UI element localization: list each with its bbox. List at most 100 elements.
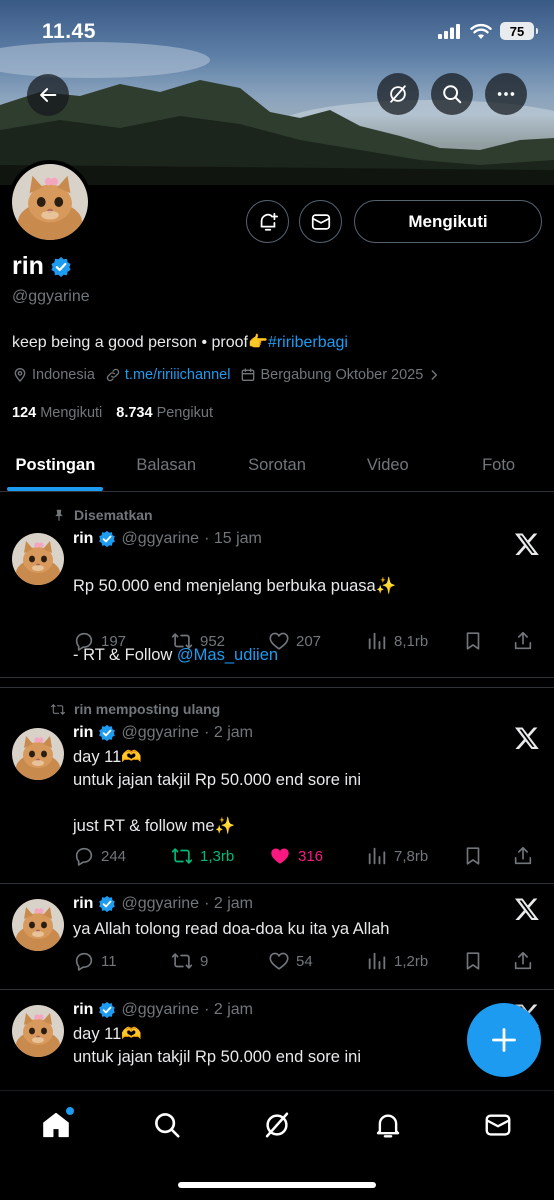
share-icon — [512, 845, 534, 867]
search-button[interactable] — [431, 73, 473, 115]
post-avatar[interactable] — [12, 728, 64, 780]
bio-hashtag-link[interactable]: #ririberbagi — [268, 334, 348, 351]
followers-stat[interactable]: 8.734 Pengikut — [116, 405, 213, 421]
post-actions: 11 9 54 1,2rb — [73, 948, 543, 974]
views-button[interactable]: 1,2rb — [366, 950, 462, 972]
notification-bell-icon — [260, 212, 278, 231]
home-indicator — [178, 1182, 376, 1188]
status-bar: 11.45 75 — [0, 0, 554, 64]
x-logo-icon — [514, 896, 540, 922]
bookmark-button[interactable] — [462, 950, 512, 972]
post-author-handle: @ggyarine — [121, 895, 200, 912]
tab-foto[interactable]: Foto — [443, 440, 554, 491]
reply-icon — [73, 950, 95, 972]
views-button[interactable]: 7,8rb — [366, 845, 462, 867]
reply-button[interactable]: 11 — [73, 950, 170, 972]
post-author-handle: @ggyarine — [121, 724, 200, 741]
more-button[interactable] — [485, 73, 527, 115]
grok-button[interactable] — [377, 73, 419, 115]
verified-badge-icon — [98, 724, 116, 742]
nav-home[interactable] — [36, 1105, 76, 1145]
follow-stats: 124 Mengikuti 8.734 Pengikut — [12, 405, 213, 421]
like-button[interactable]: 316 — [268, 845, 366, 867]
tab-balasan[interactable]: Balasan — [111, 440, 222, 491]
verified-badge-icon — [98, 895, 116, 913]
profile-tabs: Postingan Balasan Sorotan Video Foto — [0, 440, 554, 492]
profile-website-link[interactable]: t.me/ririiichannel — [125, 367, 231, 383]
bookmark-button[interactable] — [462, 845, 512, 867]
post-author-name[interactable]: rin — [73, 530, 93, 548]
verified-badge-icon — [50, 256, 72, 278]
share-button[interactable] — [512, 630, 542, 652]
x-logo-icon — [514, 531, 540, 557]
reply-button[interactable]: 197 — [73, 630, 170, 652]
post-item[interactable]: Disematkan rin @ggyarine · 15 jam Rp 50.… — [0, 493, 554, 678]
message-button[interactable] — [299, 200, 342, 243]
profile-joined: Bergabung Oktober 2025 — [260, 367, 424, 383]
post-avatar[interactable] — [12, 899, 64, 951]
bell-icon — [376, 1114, 400, 1138]
like-icon — [268, 630, 290, 652]
repost-button[interactable]: 1,3rb — [170, 845, 268, 867]
like-icon — [268, 950, 290, 972]
search-icon — [155, 1113, 180, 1138]
post-text: Rp 50.000 end menjelang berbuka puasa✨ -… — [73, 577, 397, 664]
following-button[interactable]: Mengikuti — [354, 200, 542, 243]
back-button[interactable] — [27, 74, 69, 116]
reply-button[interactable]: 244 — [73, 845, 170, 867]
profile-name: rin — [12, 252, 44, 280]
nav-grok[interactable] — [257, 1105, 297, 1145]
views-icon — [366, 845, 388, 867]
signal-icon — [438, 24, 460, 39]
grok-icon — [390, 85, 406, 103]
bio-text: keep being a good person • proof👉 — [12, 334, 268, 351]
post-text: day 11🫶 untuk jajan takjil Rp 50.000 end… — [73, 748, 362, 835]
views-icon — [366, 950, 388, 972]
tab-sorotan[interactable]: Sorotan — [222, 440, 333, 491]
bookmark-icon — [462, 845, 484, 867]
share-button[interactable] — [512, 950, 542, 972]
post-author-name[interactable]: rin — [73, 1001, 93, 1019]
share-button[interactable] — [512, 845, 542, 867]
bookmark-icon — [462, 950, 484, 972]
like-icon — [271, 848, 289, 864]
x-logo-icon — [514, 725, 540, 751]
following-stat[interactable]: 124 Mengikuti — [12, 405, 102, 421]
chevron-right-icon — [431, 370, 438, 380]
nav-messages[interactable] — [478, 1105, 518, 1145]
mail-icon — [485, 1114, 511, 1136]
post-item[interactable]: rin memposting ulang rin @ggyarine · 2 j… — [0, 687, 554, 884]
post-item[interactable]: rin @ggyarine · 2 jam ya Allah tolong re… — [0, 884, 554, 990]
profile-meta: Indonesia t.me/ririiichannel Bergabung O… — [12, 367, 451, 383]
like-button[interactable]: 54 — [268, 950, 366, 972]
profile-avatar[interactable] — [8, 160, 92, 244]
compose-button[interactable] — [467, 1003, 541, 1077]
post-context: rin memposting ulang — [74, 701, 221, 717]
bookmark-icon — [462, 630, 484, 652]
nav-notifications[interactable] — [368, 1105, 408, 1145]
repost-button[interactable]: 9 — [170, 950, 268, 972]
post-time: · 15 jam — [204, 530, 262, 547]
back-arrow-icon — [40, 88, 57, 102]
calendar-icon — [242, 368, 255, 381]
tab-postingan[interactable]: Postingan — [0, 440, 111, 491]
like-button[interactable]: 207 — [268, 630, 366, 652]
share-icon — [512, 950, 534, 972]
bookmark-button[interactable] — [462, 630, 512, 652]
post-author-name[interactable]: rin — [73, 895, 93, 913]
plus-icon — [492, 1028, 516, 1052]
nav-search[interactable] — [147, 1105, 187, 1145]
repost-icon — [170, 630, 194, 652]
post-text: ya Allah tolong read doa-doa ku ita ya A… — [73, 920, 390, 938]
views-button[interactable]: 8,1rb — [366, 630, 462, 652]
tab-video[interactable]: Video — [332, 440, 443, 491]
reply-icon — [73, 845, 95, 867]
notifications-toggle-button[interactable] — [246, 200, 289, 243]
mail-icon — [311, 213, 330, 230]
post-author-name[interactable]: rin — [73, 724, 93, 742]
joined-date[interactable]: Bergabung Oktober 2025 — [240, 367, 441, 383]
post-avatar[interactable] — [12, 1005, 64, 1057]
post-avatar[interactable] — [12, 533, 64, 585]
repost-button[interactable]: 952 — [170, 630, 268, 652]
location-icon — [14, 368, 26, 382]
